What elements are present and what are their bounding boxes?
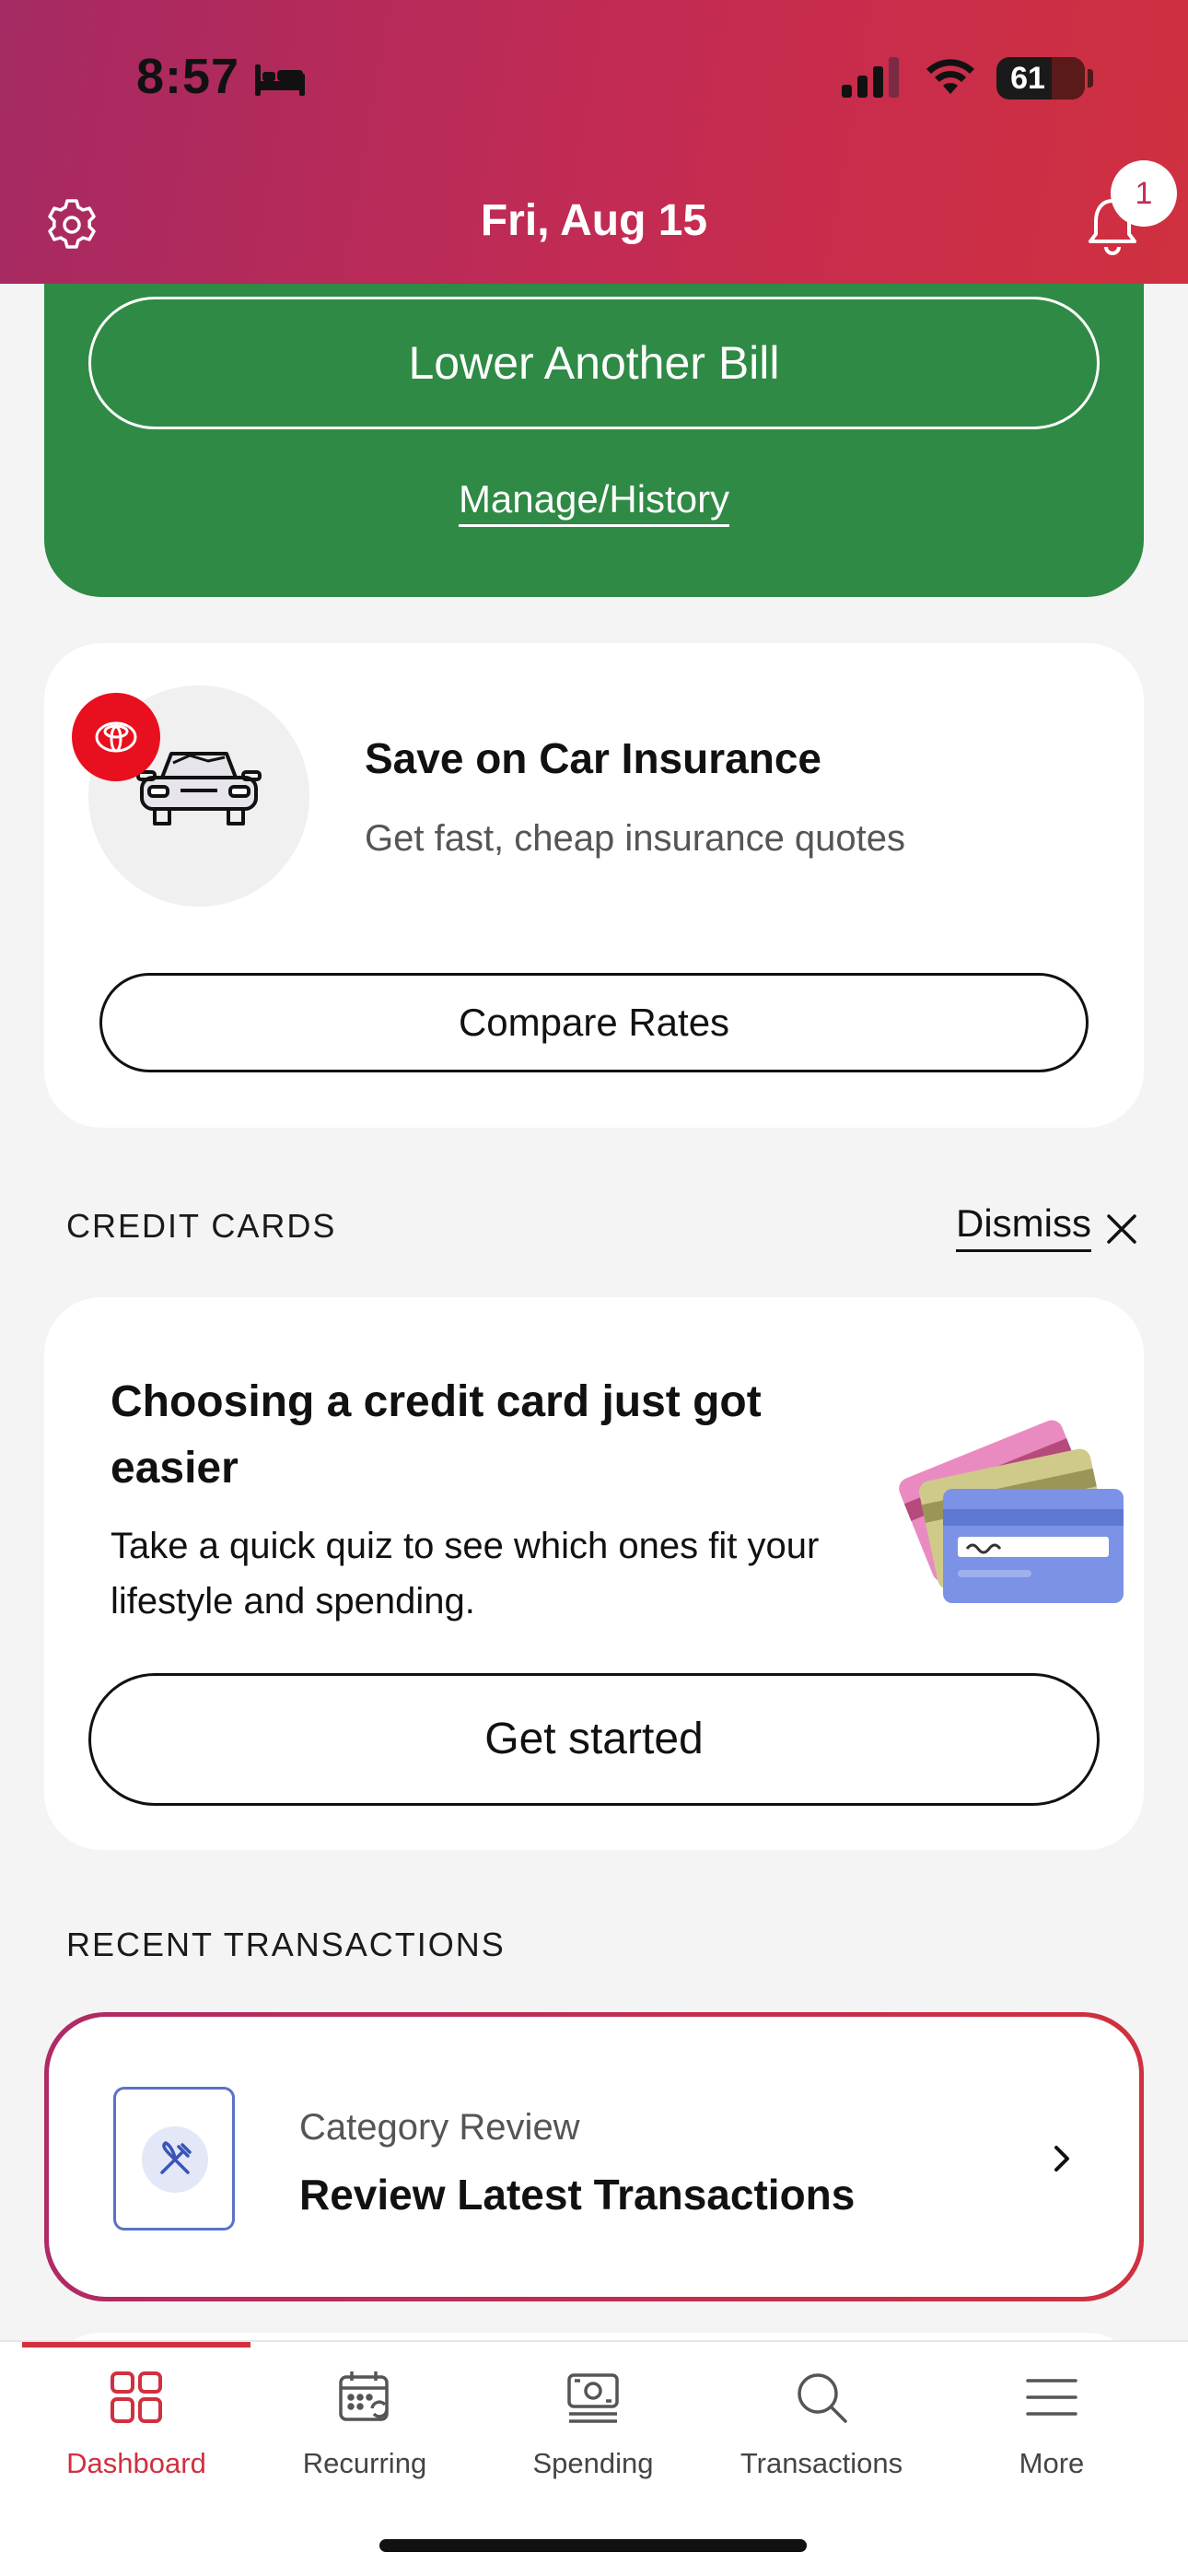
notification-badge[interactable]: 1 <box>1111 160 1177 227</box>
car-insurance-card[interactable]: Save on Car Insurance Get fast, cheap in… <box>44 643 1144 1128</box>
lower-another-bill-button[interactable]: Lower Another Bill <box>88 297 1100 429</box>
category-icon-circle <box>142 2126 208 2193</box>
insurance-subtitle: Get fast, cheap insurance quotes <box>365 818 906 859</box>
app-header: 8:57 61 Fri, Aug 15 1 <box>0 0 1188 284</box>
recent-transactions-section-label: RECENT TRANSACTIONS <box>66 1926 506 1963</box>
manage-history-row: Manage/History <box>44 477 1144 527</box>
category-icon-box <box>113 2087 235 2231</box>
tab-spending[interactable]: Spending <box>479 2368 707 2506</box>
bed-icon <box>255 64 305 96</box>
dashboard-icon <box>111 2371 162 2423</box>
utensils-icon <box>160 2141 192 2174</box>
credit-card-quiz-card[interactable]: Choosing a credit card just got easier T… <box>44 1297 1144 1850</box>
credit-card-title: Choosing a credit card just got easier <box>111 1377 762 1493</box>
tab-recurring-label: Recurring <box>302 2447 427 2479</box>
credit-cards-illustration-icon <box>899 1420 1124 1603</box>
recurring-calendar-icon <box>339 2371 389 2421</box>
tab-dashboard[interactable]: Dashboard <box>22 2368 250 2506</box>
signal-icon <box>842 57 899 98</box>
search-icon <box>798 2373 847 2423</box>
manage-history-link[interactable]: Manage/History <box>458 477 730 527</box>
dismiss-link[interactable]: Dismiss <box>956 1201 1091 1252</box>
close-icon[interactable] <box>1103 1211 1140 1247</box>
category-review-card-body: Category Review Review Latest Transactio… <box>49 2017 1139 2297</box>
status-time: 8:57 <box>136 49 240 104</box>
tab-dashboard-label: Dashboard <box>66 2447 206 2479</box>
get-started-button[interactable]: Get started <box>88 1673 1100 1806</box>
tab-more-label: More <box>1019 2447 1085 2479</box>
battery-icon: 61 <box>996 57 1085 100</box>
toyota-logo-icon <box>72 693 160 781</box>
credit-card-description: Take a quick quiz to see which ones fit … <box>111 1526 820 1622</box>
tab-recurring[interactable]: Recurring <box>250 2368 479 2506</box>
insurance-title: Save on Car Insurance <box>365 734 821 782</box>
review-transactions-title: Review Latest Transactions <box>299 2171 856 2219</box>
wifi-icon <box>926 59 974 94</box>
category-review-card[interactable]: Category Review Review Latest Transactio… <box>44 2012 1144 2301</box>
spending-money-icon <box>567 2373 619 2423</box>
lower-bill-card: Lower Another Bill Manage/History <box>44 230 1144 597</box>
tab-spending-label: Spending <box>532 2447 654 2479</box>
tab-transactions[interactable]: Transactions <box>707 2368 936 2506</box>
tab-more[interactable]: More <box>938 2368 1166 2506</box>
credit-cards-section-label: CREDIT CARDS <box>66 1207 337 1245</box>
battery-nub <box>1088 69 1093 88</box>
header-date: Fri, Aug 15 <box>480 196 708 245</box>
menu-icon <box>1026 2379 1077 2416</box>
category-review-label: Category Review <box>299 2107 580 2148</box>
home-indicator[interactable] <box>379 2539 807 2552</box>
active-tab-indicator <box>22 2342 250 2348</box>
tab-transactions-label: Transactions <box>740 2447 903 2479</box>
battery-level: 61 <box>1010 61 1045 96</box>
chevron-right-icon[interactable] <box>1049 2140 1075 2177</box>
compare-rates-button[interactable]: Compare Rates <box>99 973 1089 1072</box>
